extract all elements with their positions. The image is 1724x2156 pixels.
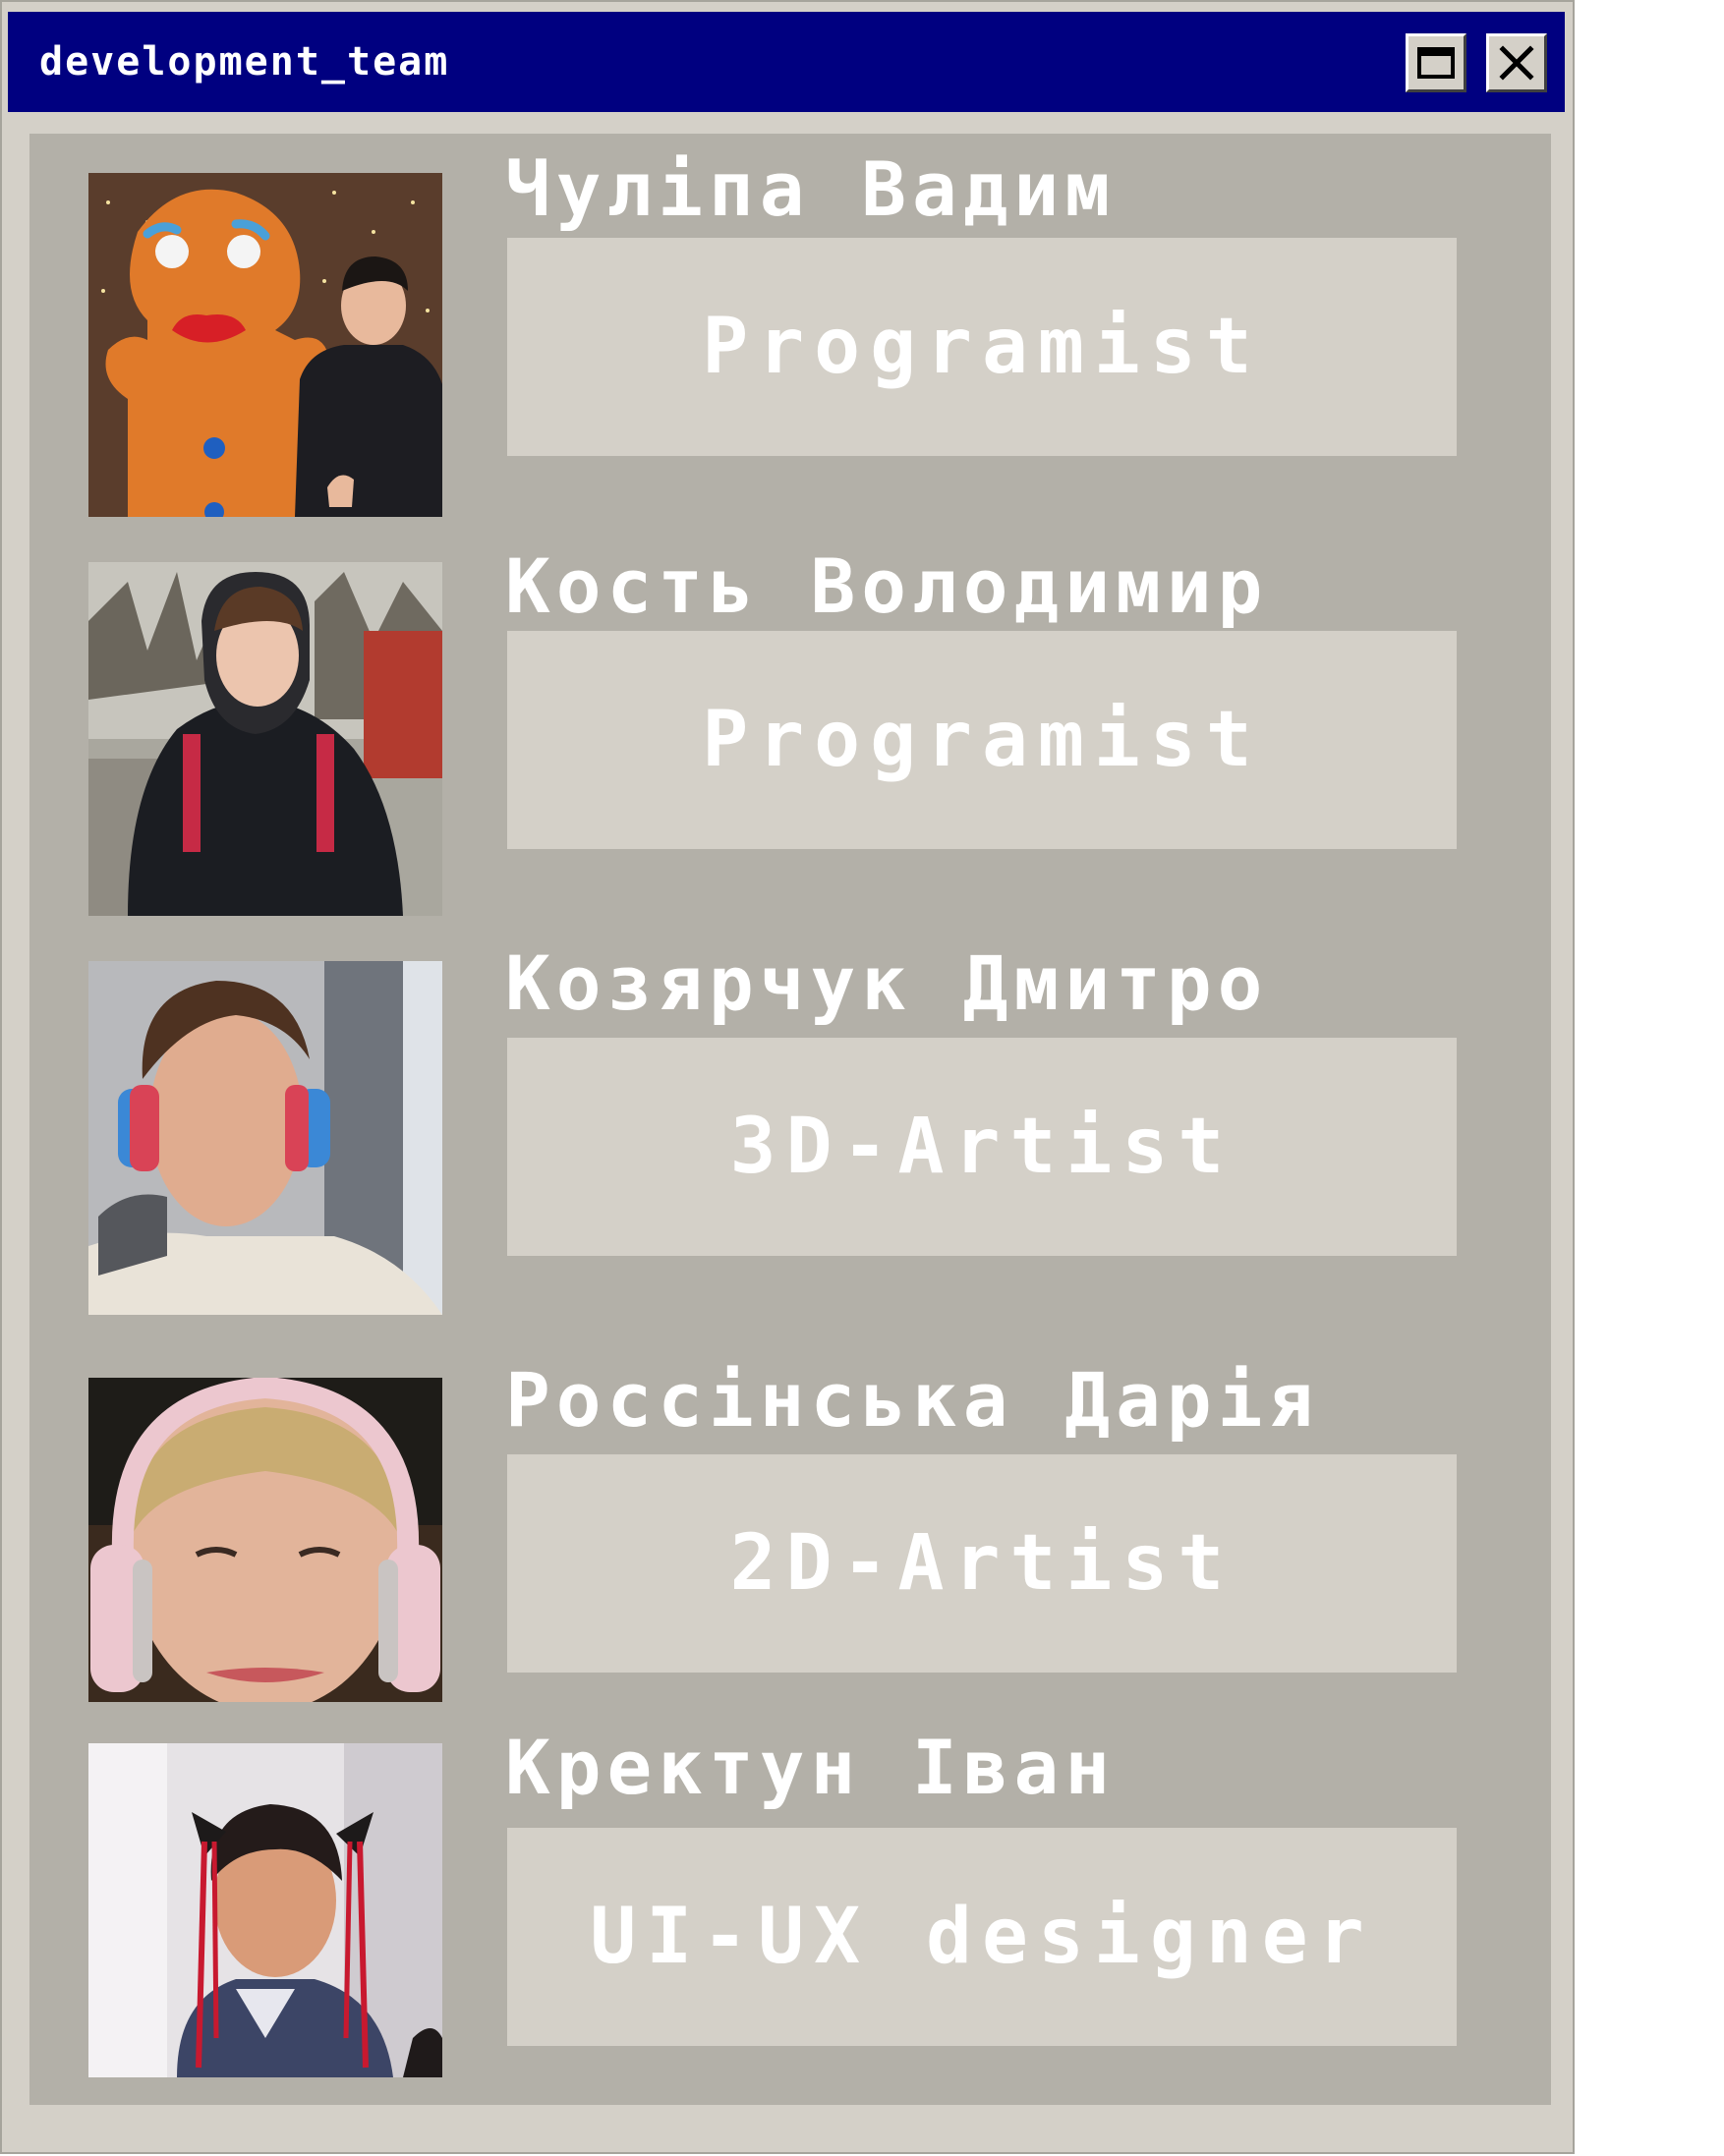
member-role: 2D-Artist	[729, 1519, 1235, 1608]
member-role: Programist	[702, 696, 1262, 784]
member-photo	[88, 562, 442, 916]
close-button[interactable]	[1486, 33, 1547, 92]
member-role: Programist	[702, 303, 1262, 391]
member-photo	[88, 173, 442, 517]
member-role-box: Programist	[507, 238, 1457, 456]
member-photo	[88, 1743, 442, 2077]
member-name: Россінська Дарія	[505, 1356, 1320, 1444]
member-name: Кость Володимир	[505, 542, 1269, 630]
maximize-icon	[1417, 47, 1455, 79]
member-role: UI-UX designer	[590, 1893, 1374, 1981]
member-name: Чуліпа Вадим	[505, 145, 1117, 233]
member-photo	[88, 961, 442, 1315]
close-icon	[1499, 45, 1534, 81]
team-panel: Чуліпа Вадим Programist Кость Володимир …	[29, 134, 1551, 2105]
title-bar[interactable]: development_team	[8, 12, 1565, 112]
app-window: development_team Чуліпа Вадим Programist…	[0, 0, 1575, 2154]
member-name: Кректун Іван	[505, 1724, 1117, 1811]
member-role-box: UI-UX designer	[507, 1828, 1457, 2046]
member-photo	[88, 1378, 442, 1702]
window-title: development_team	[39, 39, 450, 85]
member-role-box: 2D-Artist	[507, 1454, 1457, 1673]
member-name: Козярчук Дмитро	[505, 939, 1269, 1027]
member-role: 3D-Artist	[729, 1103, 1235, 1191]
member-role-box: Programist	[507, 631, 1457, 849]
maximize-button[interactable]	[1406, 33, 1466, 92]
member-role-box: 3D-Artist	[507, 1038, 1457, 1256]
